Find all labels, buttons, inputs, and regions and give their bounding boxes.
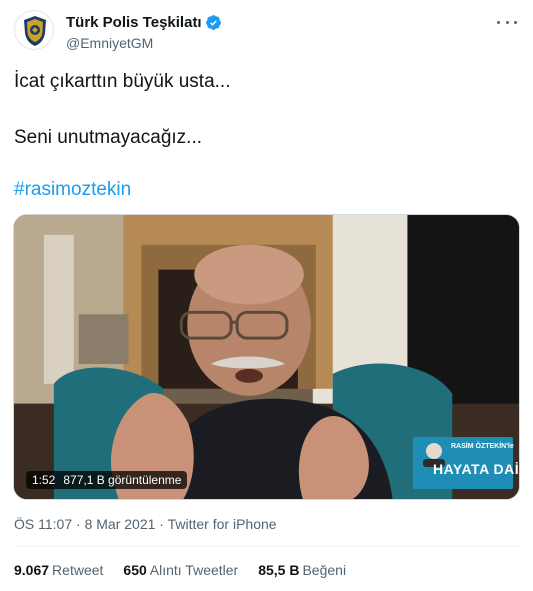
police-badge-icon [24, 16, 46, 46]
video-player[interactable]: 1:52 877,1 B görüntülenme RASİM ÖZTEKİN'… [13, 214, 520, 500]
tweet-meta: ÖS 11:07 · 8 Mar 2021 · Twitter for iPho… [14, 516, 277, 532]
likes-stat[interactable]: 85,5 B Beğeni [258, 562, 346, 578]
tweet-line-1: İcat çıkarttın büyük usta... [14, 71, 231, 92]
divider [14, 546, 519, 547]
quotes-stat[interactable]: 650 Alıntı Tweetler [123, 562, 238, 578]
meta-separator: · [159, 516, 164, 532]
display-name[interactable]: Türk Polis Teşkilatı [66, 13, 222, 32]
video-info-badge: 1:52 877,1 B görüntülenme [26, 471, 188, 489]
avatar[interactable] [14, 10, 54, 50]
hashtag-link[interactable]: #rasimoztekin [14, 178, 131, 202]
more-dot [514, 20, 517, 24]
tweet-header: Türk Polis Teşkilatı @EmniyetGM [14, 10, 519, 56]
more-dot [505, 20, 509, 24]
tweet-source[interactable]: Twitter for iPhone [168, 516, 277, 532]
verified-badge-icon [205, 15, 221, 30]
display-name-text[interactable]: Türk Polis Teşkilatı [66, 13, 202, 32]
tweet-timestamp[interactable]: ÖS 11:07 · 8 Mar 2021 [14, 516, 155, 532]
tweet-line-2: Seni unutmayacağız... [14, 127, 202, 148]
more-options-icon[interactable] [497, 14, 517, 30]
retweets-stat[interactable]: 9.067 Retweet [14, 562, 103, 578]
video-views: 877,1 B görüntülenme [63, 473, 182, 487]
show-logo-title: HAYATA DAİR [433, 461, 520, 477]
video-duration: 1:52 [32, 473, 56, 487]
more-dot [497, 20, 500, 24]
show-logo-small-text: RASİM ÖZTEKİN'le [451, 443, 514, 450]
engagement-stats: 9.067 Retweet 650 Alıntı Tweetler 85,5 B Be… [14, 562, 346, 578]
show-logo-overlay: RASİM ÖZTEKİN'le HAYATA DAİR [413, 437, 519, 489]
account-handle[interactable]: @EmniyetGM [66, 34, 222, 52]
